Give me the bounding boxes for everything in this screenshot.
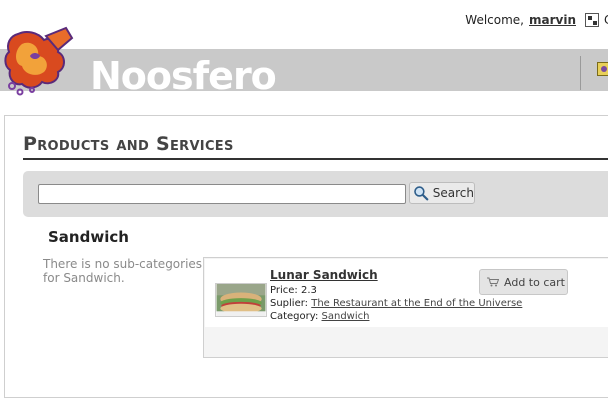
page-title: Products and Services xyxy=(23,133,608,160)
magnifier-icon xyxy=(414,186,429,201)
truncated-link[interactable]: C xyxy=(604,13,608,27)
product-card: Lunar Sandwich Price: 2.3 Suplier: The R… xyxy=(203,257,608,358)
supplier-label: Suplier: xyxy=(270,298,309,309)
no-subcategories-text: There is no sub-categories for Sandwich. xyxy=(43,257,203,285)
search-button[interactable]: Search xyxy=(409,182,475,204)
product-category: Category: Sandwich xyxy=(270,311,369,322)
search-panel: Search xyxy=(23,171,608,217)
product-image[interactable] xyxy=(215,283,267,317)
control-panel-icon[interactable] xyxy=(585,13,599,27)
category-title: Sandwich xyxy=(48,228,129,246)
price-label: Price: xyxy=(270,285,298,296)
header-divider xyxy=(580,56,581,90)
product-supplier: Suplier: The Restaurant at the End of th… xyxy=(270,298,522,309)
cart-icon xyxy=(487,277,499,287)
search-input[interactable] xyxy=(38,184,406,204)
add-to-cart-button[interactable]: Add to cart xyxy=(479,269,568,295)
category-label: Category: xyxy=(270,311,319,322)
product-price: Price: 2.3 xyxy=(270,285,317,296)
username-link[interactable]: marvin xyxy=(529,13,576,27)
product-card-body: Lunar Sandwich Price: 2.3 Suplier: The R… xyxy=(205,259,608,327)
noosfero-logo-icon[interactable] xyxy=(0,26,82,98)
product-name-link[interactable]: Lunar Sandwich xyxy=(270,268,378,282)
brand-name: Noosfero xyxy=(90,54,277,98)
add-to-cart-label: Add to cart xyxy=(504,275,565,289)
price-value: 2.3 xyxy=(300,285,317,296)
supplier-link[interactable]: The Restaurant at the End of the Univers… xyxy=(311,298,522,309)
portrait-icon[interactable] xyxy=(597,62,608,76)
category-link[interactable]: Sandwich xyxy=(322,311,370,322)
welcome-text: Welcome, xyxy=(465,13,524,27)
search-button-label: Search xyxy=(432,186,474,200)
user-bar: Welcome, marvin C xyxy=(465,11,608,29)
